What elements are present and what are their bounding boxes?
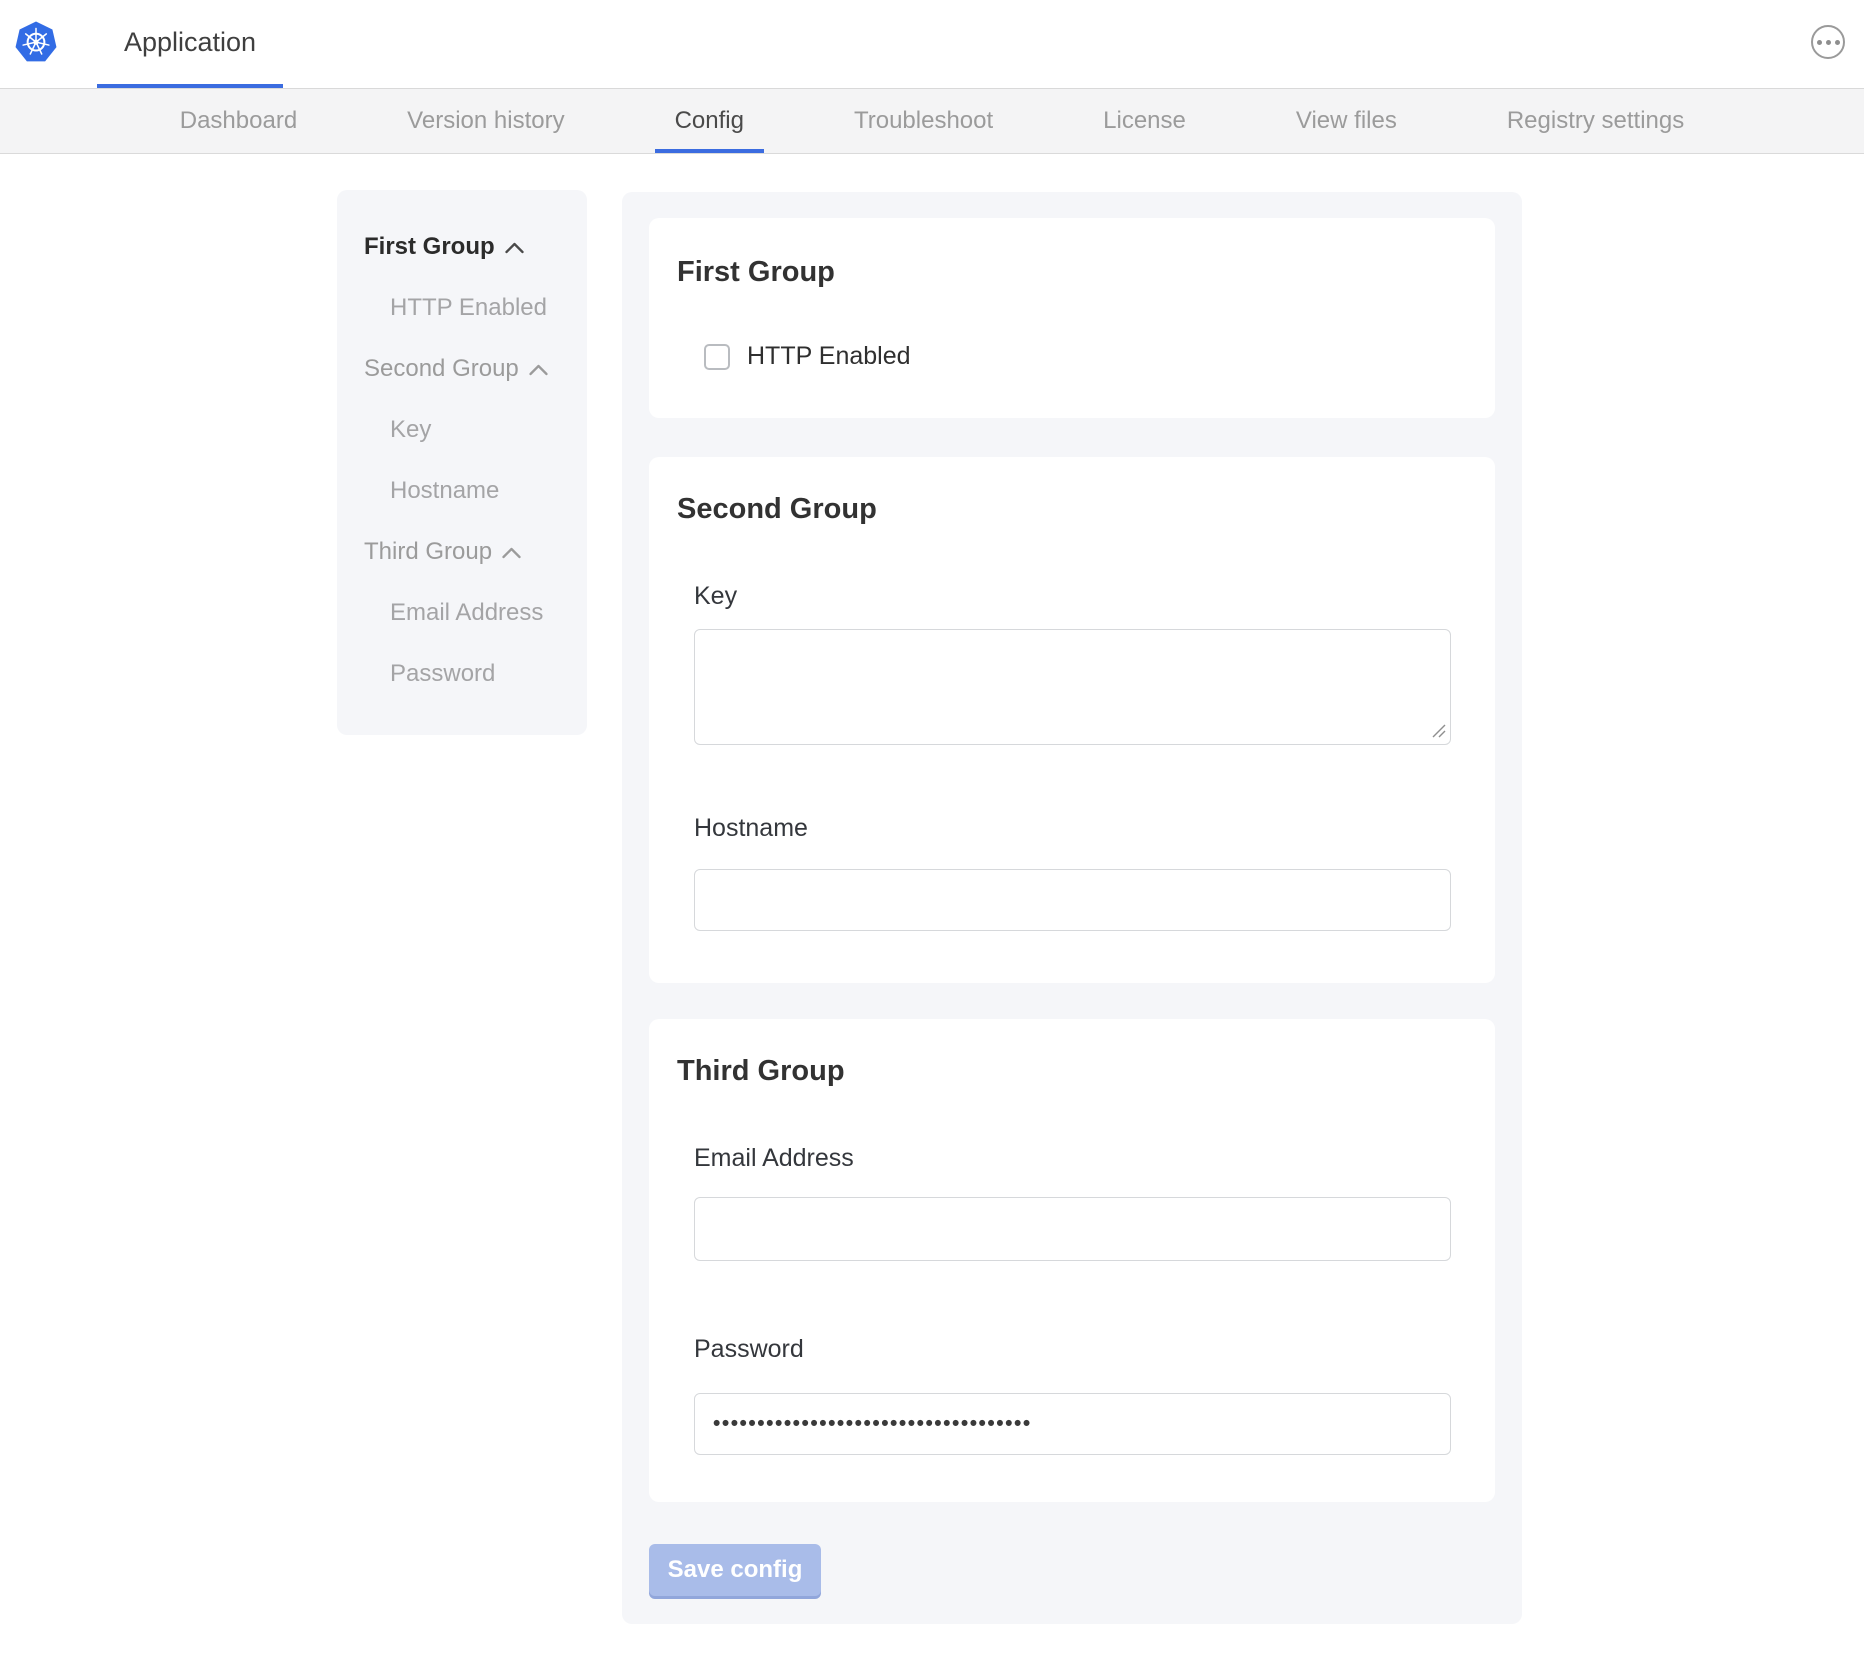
config-sidebar: First Group HTTP Enabled Second Group Ke… xyxy=(337,190,587,735)
nav-tab-license[interactable]: License xyxy=(1083,89,1206,153)
app-navbar: Dashboard Version history Config Trouble… xyxy=(0,88,1864,154)
chevron-up-icon xyxy=(504,241,525,255)
sidebar-item-key[interactable]: Key xyxy=(390,415,587,444)
ellipsis-icon[interactable] xyxy=(1811,25,1845,59)
nav-tab-registry-settings[interactable]: Registry settings xyxy=(1487,89,1704,153)
nav-tab-config[interactable]: Config xyxy=(655,89,764,153)
email-address-label: Email Address xyxy=(694,1144,1451,1173)
hostname-field: Hostname xyxy=(694,814,1451,931)
password-field: Password xyxy=(694,1335,1451,1455)
save-config-button[interactable]: Save config xyxy=(649,1544,821,1596)
group-title: Second Group xyxy=(677,493,1467,526)
app-header: Application xyxy=(0,0,1864,88)
password-input[interactable] xyxy=(694,1393,1451,1455)
chevron-up-icon xyxy=(501,546,522,560)
sidebar-group-third-group[interactable]: Third Group xyxy=(364,537,587,566)
hostname-label: Hostname xyxy=(694,814,1451,843)
config-group-first: First Group HTTP Enabled xyxy=(649,218,1495,418)
email-address-field: Email Address xyxy=(694,1144,1451,1261)
sidebar-item-http-enabled[interactable]: HTTP Enabled xyxy=(390,293,587,322)
config-group-second: Second Group Key Hostname xyxy=(649,457,1495,983)
email-address-input[interactable] xyxy=(694,1197,1451,1261)
hostname-input[interactable] xyxy=(694,869,1451,931)
nav-tab-troubleshoot[interactable]: Troubleshoot xyxy=(834,89,1013,153)
key-textarea[interactable] xyxy=(694,629,1451,745)
nav-tab-dashboard[interactable]: Dashboard xyxy=(160,89,317,153)
key-field: Key xyxy=(694,582,1451,745)
group-title: First Group xyxy=(677,256,1467,289)
sidebar-item-password[interactable]: Password xyxy=(390,659,587,688)
config-panel: First Group HTTP Enabled Second Group Ke… xyxy=(622,192,1522,1624)
http-enabled-field: HTTP Enabled xyxy=(704,342,1467,371)
sidebar-item-hostname[interactable]: Hostname xyxy=(390,476,587,505)
http-enabled-checkbox[interactable] xyxy=(704,344,730,370)
http-enabled-label[interactable]: HTTP Enabled xyxy=(747,342,911,371)
group-title: Third Group xyxy=(677,1055,1467,1088)
sidebar-item-email-address[interactable]: Email Address xyxy=(390,598,587,627)
tab-application[interactable]: Application xyxy=(97,0,283,88)
kubernetes-logo-icon xyxy=(14,20,58,66)
chevron-up-icon xyxy=(528,363,549,377)
password-label: Password xyxy=(694,1335,1451,1364)
nav-tab-version-history[interactable]: Version history xyxy=(387,89,584,153)
nav-tab-view-files[interactable]: View files xyxy=(1276,89,1417,153)
key-label: Key xyxy=(694,582,1451,611)
sidebar-group-second-group[interactable]: Second Group xyxy=(364,354,587,383)
sidebar-group-first-group[interactable]: First Group xyxy=(364,232,587,261)
config-group-third: Third Group Email Address Password xyxy=(649,1019,1495,1502)
